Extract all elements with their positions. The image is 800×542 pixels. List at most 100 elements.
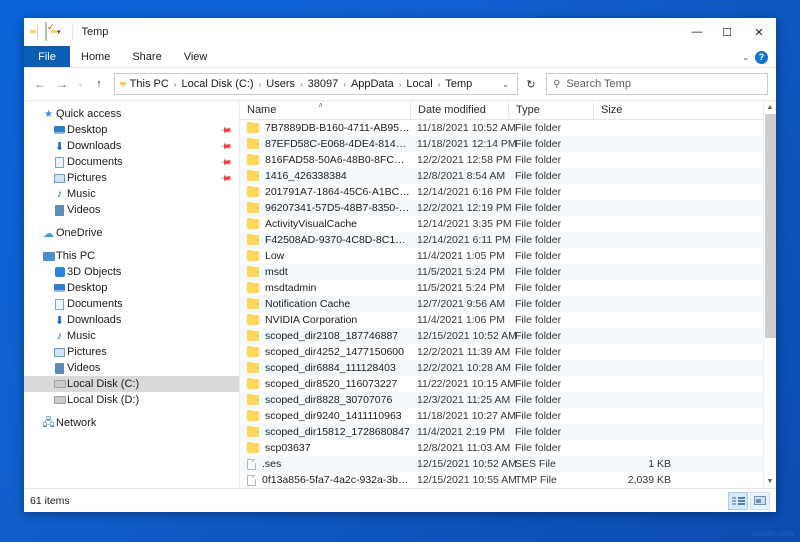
search-box[interactable]: ⚲ Search Temp: [546, 73, 768, 95]
table-row[interactable]: 201791A7-1864-45C6-A1BC-208986DC1837 12/1…: [240, 184, 763, 200]
search-placeholder: Search Temp: [566, 78, 631, 90]
tab-share[interactable]: Share: [121, 46, 172, 68]
table-row[interactable]: Notification Cache 12/7/2021 9:56 AM File …: [240, 296, 763, 312]
breadcrumb-item-local[interactable]: Local: [403, 78, 435, 90]
close-button[interactable]: ✕: [742, 18, 776, 46]
ribbon-tabs: File Home Share View ⌄ ?: [24, 46, 776, 68]
breadcrumb-item-temp[interactable]: Temp: [442, 78, 475, 90]
breadcrumb-separator: ›: [343, 79, 346, 89]
large-icons-view-button[interactable]: [750, 491, 770, 510]
table-row[interactable]: 0f13a856-5fa7-4a2c-932a-3b7a98d46bac....…: [240, 472, 763, 488]
folder-icon: [247, 170, 259, 181]
minimize-button[interactable]: —: [682, 18, 712, 46]
scroll-up-icon[interactable]: ▲: [767, 101, 774, 114]
sidebar-item-documents[interactable]: Documents 📌: [24, 154, 239, 170]
scrollbar-thumb[interactable]: [764, 114, 776, 338]
table-row[interactable]: 96207341-57D5-48B7-8350-9E426C1EB88F 12/2…: [240, 200, 763, 216]
sidebar-item-desktop[interactable]: Desktop 📌: [24, 122, 239, 138]
tab-home[interactable]: Home: [70, 46, 121, 68]
pin-icon[interactable]: 📌: [219, 155, 232, 168]
sidebar-item-label: Documents: [67, 156, 123, 168]
table-row[interactable]: msdt 11/5/2021 5:24 PM File folder: [240, 264, 763, 280]
table-row[interactable]: ActivityVisualCache 12/14/2021 3:35 PM Fil…: [240, 216, 763, 232]
forward-button[interactable]: →: [52, 73, 72, 95]
table-row[interactable]: scoped_dir2108_187746887 12/15/2021 10:52…: [240, 328, 763, 344]
help-icon[interactable]: ?: [755, 50, 768, 64]
table-row[interactable]: 816FAD58-50A6-48B0-8FCD-BE67A6C276... 12/…: [240, 152, 763, 168]
table-row[interactable]: scoped_dir4252_1477150600 12/2/2021 11:39…: [240, 344, 763, 360]
cell-type: File folder: [515, 298, 562, 310]
sidebar-item-3d-objects[interactable]: 3D Objects: [24, 264, 239, 280]
sidebar-item-quick-access[interactable]: ★ Quick access: [24, 106, 239, 122]
folder-icon: [247, 122, 259, 133]
expand-ribbon-icon[interactable]: ⌄: [742, 53, 749, 62]
column-header-type[interactable]: Type: [508, 100, 593, 120]
table-row[interactable]: scoped_dir8520_116073227 11/22/2021 10:15…: [240, 376, 763, 392]
star-icon: ★: [44, 108, 53, 120]
monitor-icon: [52, 284, 67, 292]
folder-icon: [247, 282, 259, 293]
breadcrumb-item-38097[interactable]: 38097: [305, 78, 342, 90]
sidebar-item-videos[interactable]: Videos: [24, 202, 239, 218]
scrollbar-track[interactable]: [764, 114, 777, 475]
up-button[interactable]: ↑: [89, 73, 109, 95]
sidebar-item-pc-downloads[interactable]: ⬇ Downloads: [24, 312, 239, 328]
table-row[interactable]: scp03637 12/8/2021 11:03 AM File folder: [240, 440, 763, 456]
table-row[interactable]: msdtadmin 11/5/2021 5:24 PM File folder: [240, 280, 763, 296]
breadcrumb-separator: ›: [300, 79, 303, 89]
column-header-date-modified[interactable]: Date modified: [410, 100, 508, 120]
sidebar-item-this-pc[interactable]: This PC: [24, 248, 239, 264]
sidebar-item-onedrive[interactable]: ☁ OneDrive: [24, 225, 239, 241]
breadcrumb-dropdown-icon[interactable]: ⌄: [496, 80, 515, 89]
cell-type: File folder: [515, 266, 562, 278]
breadcrumb-item-users[interactable]: Users: [263, 78, 298, 90]
breadcrumb-item-appdata[interactable]: AppData: [348, 78, 397, 90]
tab-file[interactable]: File: [24, 46, 70, 68]
vertical-scrollbar[interactable]: ▲ ▼: [763, 101, 776, 488]
recent-locations-button[interactable]: ⌄: [74, 73, 87, 95]
sidebar-item-downloads[interactable]: ⬇ Downloads 📌: [24, 138, 239, 154]
table-row[interactable]: 87EFD58C-E068-4DE4-8146-0E4B68B1096D 11/1…: [240, 136, 763, 152]
sidebar-item-pictures[interactable]: Pictures 📌: [24, 170, 239, 186]
music-icon: ♪: [56, 330, 63, 342]
maximize-button[interactable]: ☐: [712, 18, 742, 46]
sidebar-item-pc-documents[interactable]: Documents: [24, 296, 239, 312]
table-row[interactable]: scoped_dir8828_30707076 12/3/2021 11:25 A…: [240, 392, 763, 408]
details-view-button[interactable]: [728, 491, 748, 510]
table-row[interactable]: NVIDIA Corporation 11/4/2021 1:06 PM File …: [240, 312, 763, 328]
pin-icon[interactable]: 📌: [219, 139, 232, 152]
sidebar-item-pc-music[interactable]: ♪ Music: [24, 328, 239, 344]
scroll-down-icon[interactable]: ▼: [767, 475, 774, 488]
sidebar-item-network[interactable]: 🖧 Network: [24, 415, 239, 431]
sidebar-item-local-disk-c[interactable]: Local Disk (C:): [24, 376, 239, 392]
refresh-button[interactable]: ↻: [520, 73, 542, 95]
properties-icon[interactable]: [45, 22, 47, 41]
table-row[interactable]: 7B7889DB-B160-4711-AB95-FAB5E8FE8414 11/1…: [240, 120, 763, 136]
table-row[interactable]: F42508AD-9370-4C8D-8C14-F934C6625BE8 12/1…: [240, 232, 763, 248]
tab-view[interactable]: View: [173, 46, 219, 68]
pin-icon[interactable]: 📌: [219, 123, 232, 136]
sidebar-item-music[interactable]: ♪ Music: [24, 186, 239, 202]
table-row[interactable]: scoped_dir15812_1728680847 11/4/2021 2:19…: [240, 424, 763, 440]
sidebar-item-local-disk-d[interactable]: Local Disk (D:): [24, 392, 239, 408]
status-bar: 61 items: [24, 488, 776, 512]
cell-name: scoped_dir8828_30707076: [240, 394, 410, 406]
table-row[interactable]: scoped_dir9240_1411110963 11/18/2021 10:2…: [240, 408, 763, 424]
sidebar-item-pc-desktop[interactable]: Desktop: [24, 280, 239, 296]
sidebar-item-pc-pictures[interactable]: Pictures: [24, 344, 239, 360]
table-row[interactable]: scoped_dir6884_111128403 12/2/2021 10:28 …: [240, 360, 763, 376]
table-row[interactable]: Low 11/4/2021 1:05 PM File folder: [240, 248, 763, 264]
back-button[interactable]: ←: [30, 73, 50, 95]
column-header-name[interactable]: Name ∧: [240, 101, 410, 120]
sidebar-item-pc-videos[interactable]: Videos: [24, 360, 239, 376]
pin-icon[interactable]: 📌: [219, 171, 232, 184]
table-row[interactable]: 1416_426338384 12/8/2021 8:54 AM File fold…: [240, 168, 763, 184]
table-row[interactable]: .ses 12/15/2021 10:52 AM SES File 1 KB: [240, 456, 763, 472]
breadcrumb-item-this-pc[interactable]: This PC: [127, 78, 172, 90]
breadcrumb-item-local-disk-c[interactable]: Local Disk (C:): [178, 78, 256, 90]
folder-icon: [247, 154, 259, 165]
cell-type: File folder: [515, 218, 562, 230]
cell-date-modified: 11/4/2021 1:06 PM: [417, 314, 505, 326]
column-header-size[interactable]: Size: [593, 100, 681, 120]
breadcrumb[interactable]: › This PC › Local Disk (C:) › Users › 38…: [114, 73, 518, 95]
